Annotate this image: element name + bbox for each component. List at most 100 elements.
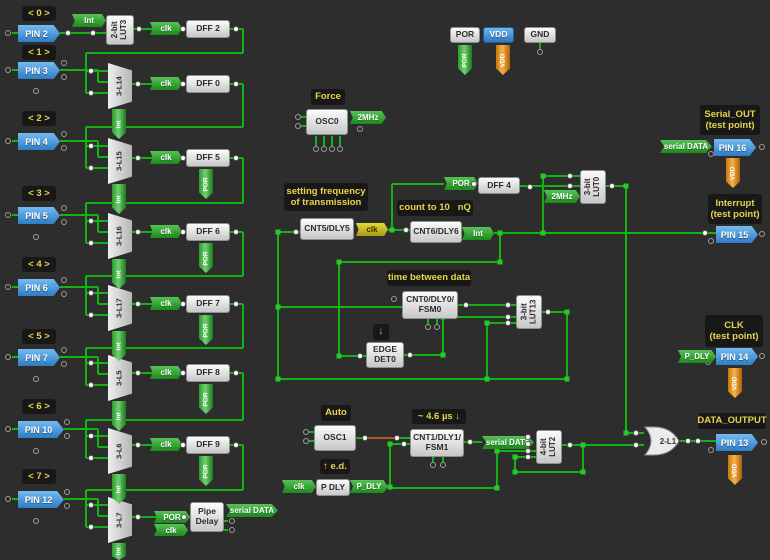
block-edge-det0[interactable]: EDGE DET0 [366,342,404,368]
block-dff5[interactable]: DFF 5 [186,149,230,167]
tag-int-cnt6[interactable]: Int [462,227,494,240]
tag-clk-dff5[interactable]: clk [150,151,182,164]
block-cnt1-dly1-fsm1[interactable]: CNT1/DLY1/ FSM1 [410,429,464,457]
note-down-arrow[interactable]: ↓ [373,324,389,340]
pin-6[interactable]: PIN 6 [18,279,60,296]
note-interrupt[interactable]: Interrupt (test point) [708,194,762,224]
note-slot-2[interactable]: < 2 > [22,111,56,126]
block-4bit-lut2[interactable]: 4-bit LUT2 [536,430,562,464]
vtag-int-mux7[interactable]: Int [112,543,126,560]
vtag-vdd-pin13[interactable]: VDD [728,455,742,485]
pin-15[interactable]: PIN 15 [716,226,758,243]
vtag-vdd-pin14[interactable]: VDD [728,368,742,398]
tag-clk-dff9[interactable]: clk [150,438,182,451]
tag-clk-dff7[interactable]: clk [150,297,182,310]
tag-serial-data-pipe[interactable]: serial DATA [226,504,278,517]
vtag-int-mux17[interactable]: Int [112,331,126,361]
note-slot-4[interactable]: < 4 > [22,257,56,272]
pin-13[interactable]: PIN 13 [716,434,758,451]
tag-clk-cnt5[interactable]: clk [356,223,388,236]
note-auto[interactable]: Auto [321,405,351,421]
block-osc0[interactable]: OSC0 [306,109,348,135]
block-p-dly[interactable]: P DLY [316,479,350,496]
tag-pdly-out[interactable]: P_DLY [350,480,388,493]
block-dff6[interactable]: DFF 6 [186,223,230,241]
vtag-int-mux16[interactable]: Int [112,259,126,289]
block-cnt5-dly5[interactable]: CNT5/DLY5 [300,218,354,240]
vtag-por-dff5[interactable]: POR [199,169,213,199]
tag-clk-dff6[interactable]: clk [150,225,182,238]
block-vdd-block[interactable]: VDD [483,27,514,43]
note-slot-3[interactable]: < 3 > [22,186,56,201]
tag-clk-dff2[interactable]: clk [150,22,182,35]
block-mux-3-l6[interactable]: 3-L6 [108,428,132,474]
gate-2-l1[interactable]: 2-L1 [644,426,680,456]
vtag-int-mux5[interactable]: Int [112,401,126,431]
note-slot-6[interactable]: < 6 > [22,399,56,414]
block-dff2[interactable]: DFF 2 [186,20,230,38]
block-2bit-lut3[interactable]: 2-bit LUT3 [106,15,134,45]
tag-int-lut3[interactable]: Int [72,14,106,27]
vtag-por-dff7[interactable]: POR [199,315,213,345]
pin-2[interactable]: PIN 2 [18,25,60,42]
tag-2mhz-lut0[interactable]: 2MHz [544,190,580,203]
pin-5[interactable]: PIN 5 [18,207,60,224]
block-mux-3-l15[interactable]: 3-L15 [108,138,132,184]
block-mux-3-l7[interactable]: 3-L7 [108,497,132,543]
note-count-to-10[interactable]: count to 10 nQ [397,200,473,216]
tag-serial-data-pin16[interactable]: serial DATA [660,140,712,153]
tag-clk-pipe[interactable]: clk [154,524,188,536]
note-slot-1[interactable]: < 1 > [22,45,56,60]
vtag-por-dff9[interactable]: POR [199,456,213,486]
block-dff4[interactable]: DFF 4 [478,177,520,194]
vtag-por-dff8[interactable]: POR [199,384,213,414]
vtag-vdd-power[interactable]: VDD [496,45,510,75]
schematic-canvas[interactable]: < 0 > < 1 > < 2 > < 3 > < 4 > < 5 > < 6 > < 7 >… [0,0,770,560]
block-mux-3-l17[interactable]: 3-L17 [108,285,132,331]
block-osc1[interactable]: OSC1 [314,425,356,451]
block-gnd-block[interactable]: GND [524,27,556,43]
pin-12[interactable]: PIN 12 [18,491,64,508]
note-ed[interactable]: ↑ e.d. [320,459,350,474]
vtag-int-mux14[interactable]: Int [112,109,126,139]
vtag-vdd-pin16[interactable]: VDD [726,158,740,188]
block-cnt6-dly6[interactable]: CNT6/DLY6 [410,221,462,243]
block-3bit-lut0[interactable]: 3-bit LUT0 [580,170,606,204]
block-mux-3-l14[interactable]: 3-L14 [108,63,132,109]
note-data-output[interactable]: DATA_OUTPUT [698,413,766,429]
note-slot-7[interactable]: < 7 > [22,469,56,484]
note-slot-0[interactable]: < 0 > [22,6,56,21]
block-cnt0-dly0-fsm0[interactable]: CNT0/DLY0/ FSM0 [402,291,458,319]
junction-dot [65,30,71,36]
pin-16[interactable]: PIN 16 [714,139,756,156]
pin-7[interactable]: PIN 7 [18,349,60,366]
tag-clk-dff8[interactable]: clk [150,366,182,379]
block-mux-3-l16[interactable]: 3-L16 [108,213,132,259]
vtag-por-power[interactable]: POR [458,45,472,75]
tag-clk-dff0[interactable]: clk [150,77,182,90]
block-pipe-delay[interactable]: Pipe Delay [190,502,224,532]
block-por-block[interactable]: POR [450,27,480,43]
block-dff9[interactable]: DFF 9 [186,436,230,454]
vtag-int-mux15[interactable]: Int [112,184,126,214]
pin-4[interactable]: PIN 4 [18,133,60,150]
block-3bit-lut13[interactable]: 3-bit LUT13 [516,295,542,329]
tag-pdly-pin14[interactable]: P_DLY [678,350,716,363]
vtag-por-dff6[interactable]: POR [199,243,213,273]
tag-clk-pdly[interactable]: clk [282,480,316,493]
pin-3[interactable]: PIN 3 [18,62,60,79]
block-dff0[interactable]: DFF 0 [186,75,230,93]
note-46us[interactable]: ~ 4.6 µs ↓ [412,409,466,424]
note-time-between[interactable]: time between data [387,270,471,286]
note-serial-out[interactable]: Serial_OUT (test point) [700,105,760,135]
pin-14[interactable]: PIN 14 [716,348,758,365]
tag-2mhz-osc0[interactable]: 2MHz [350,111,386,124]
pin-10[interactable]: PIN 10 [18,421,64,438]
block-dff7[interactable]: DFF 7 [186,295,230,313]
note-set-freq[interactable]: setting frequency of transmission [284,183,368,211]
note-clk-tp[interactable]: CLK (test point) [705,315,763,347]
note-force[interactable]: Force [311,89,345,105]
note-slot-5[interactable]: < 5 > [22,329,56,344]
block-mux-3-l5[interactable]: 3-L5 [108,355,132,401]
block-dff8[interactable]: DFF 8 [186,364,230,382]
